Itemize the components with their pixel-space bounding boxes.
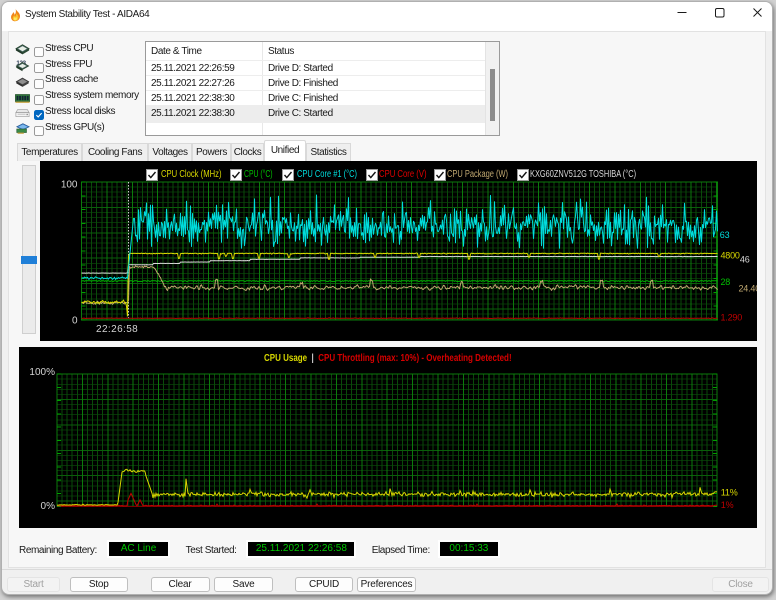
svg-text:24.40: 24.40	[738, 284, 757, 294]
svg-text:100%: 100%	[29, 366, 55, 377]
svg-text:0: 0	[71, 316, 77, 327]
svg-text:46: 46	[739, 255, 749, 265]
svg-text:63: 63	[719, 230, 729, 240]
svg-text:0%: 0%	[41, 501, 56, 512]
svg-text:22:26:58: 22:26:58	[96, 324, 138, 335]
svg-text:4800: 4800	[720, 251, 739, 261]
svg-text:11%: 11%	[721, 487, 738, 497]
svg-text:100: 100	[60, 180, 77, 191]
svg-text:1.290: 1.290	[720, 313, 742, 323]
svg-text:28: 28	[720, 277, 730, 287]
svg-text:1%: 1%	[721, 500, 734, 510]
